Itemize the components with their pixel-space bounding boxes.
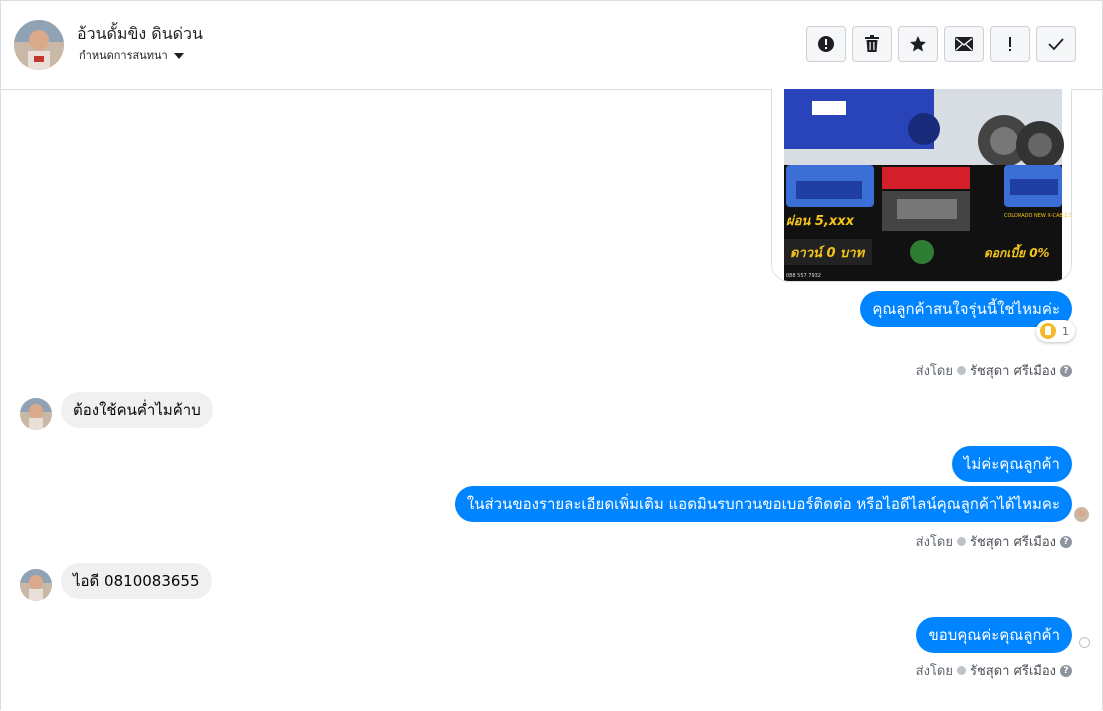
message-bubble-incoming[interactable]: ต้องใช้คนค่ำไมค้าบ [61, 392, 213, 428]
thumbs-up-icon [1040, 323, 1056, 339]
caret-down-icon [173, 52, 184, 59]
interest-text: ดอกเบี้ย 0% [984, 244, 1050, 260]
seen-avatar [1074, 507, 1089, 522]
contact-name[interactable]: อ้วนดั้มขิง ดินด่วน [77, 22, 203, 47]
conversation-header: อ้วนดั้มขิง ดินด่วน กำหนดการสนทนา [1, 1, 1102, 90]
follow-up-button[interactable] [990, 26, 1030, 62]
help-icon[interactable]: ? [1060, 664, 1072, 677]
sent-by-line: ส่งโดย รัชสุดา ศรีเมือง ? [916, 660, 1072, 681]
reaction-badge[interactable]: 1 [1036, 320, 1075, 342]
help-icon[interactable]: ? [1060, 364, 1072, 377]
phone-text: 088 557 7932 [786, 273, 821, 279]
sent-by-line: ส่งโดย รัชสุดา ศรีเมือง ? [916, 360, 1072, 381]
sender-avatar[interactable] [20, 569, 52, 601]
sent-by-label: ส่งโดย [915, 535, 953, 550]
price-text: ผ่อน 5,xxx [786, 214, 855, 229]
alert-circle-icon [818, 36, 834, 52]
agent-name[interactable]: รัชสุดา ศรีเมือง [970, 531, 1056, 552]
message-bubble-incoming[interactable]: ไอดี 0810083655 [61, 563, 212, 599]
exclamation-icon [1009, 37, 1011, 51]
mark-unread-button[interactable] [944, 26, 984, 62]
agent-name[interactable]: รัชสุดา ศรีเมือง [970, 660, 1056, 681]
promo-image-attachment[interactable]: ผ่อน 5,xxx COLORADO NEW X-CAB 2.5 LT FST… [771, 89, 1072, 282]
agent-status-icon [956, 537, 966, 546]
trash-icon [865, 35, 879, 52]
sent-by-label: ส่งโดย [915, 664, 953, 679]
check-icon [1048, 38, 1064, 51]
contact-avatar[interactable] [14, 20, 64, 70]
agent-status-icon [956, 666, 966, 675]
agent-status-icon [956, 366, 966, 375]
assign-conversation-dropdown[interactable]: กำหนดการสนทนา [79, 46, 184, 64]
sender-avatar[interactable] [20, 398, 52, 430]
sent-by-line: ส่งโดย รัชสุดา ศรีเมือง ? [916, 531, 1072, 552]
star-button[interactable] [898, 26, 938, 62]
report-spam-button[interactable] [806, 26, 846, 62]
sent-by-label: ส่งโดย [915, 364, 953, 379]
message-bubble-outgoing[interactable]: ในส่วนของรายละเอียดเพิ่มเติม แอดมินรบกวน… [454, 486, 1072, 522]
help-icon[interactable]: ? [1060, 535, 1072, 548]
message-bubble-outgoing[interactable]: ขอบคุณค่ะคุณลูกค้า [916, 617, 1072, 653]
delete-button[interactable] [852, 26, 892, 62]
down-payment-text: ดาวน์ 0 บาท [790, 245, 866, 261]
agent-name[interactable]: รัชสุดา ศรีเมือง [970, 360, 1056, 381]
model-text: COLORADO NEW X-CAB 2.5 LT FST (MY18) MT … [1004, 211, 1071, 219]
assign-label: กำหนดการสนทนา [79, 49, 168, 62]
mark-done-button[interactable] [1036, 26, 1076, 62]
envelope-icon [955, 37, 973, 51]
delivered-check-icon [1079, 637, 1090, 648]
star-icon [910, 36, 926, 52]
message-bubble-outgoing[interactable]: ไม่ค่ะคุณลูกค้า [951, 446, 1072, 482]
reaction-count: 1 [1062, 324, 1069, 338]
header-actions [806, 26, 1076, 62]
car-promo-image: ผ่อน 5,xxx COLORADO NEW X-CAB 2.5 LT FST… [772, 89, 1071, 281]
